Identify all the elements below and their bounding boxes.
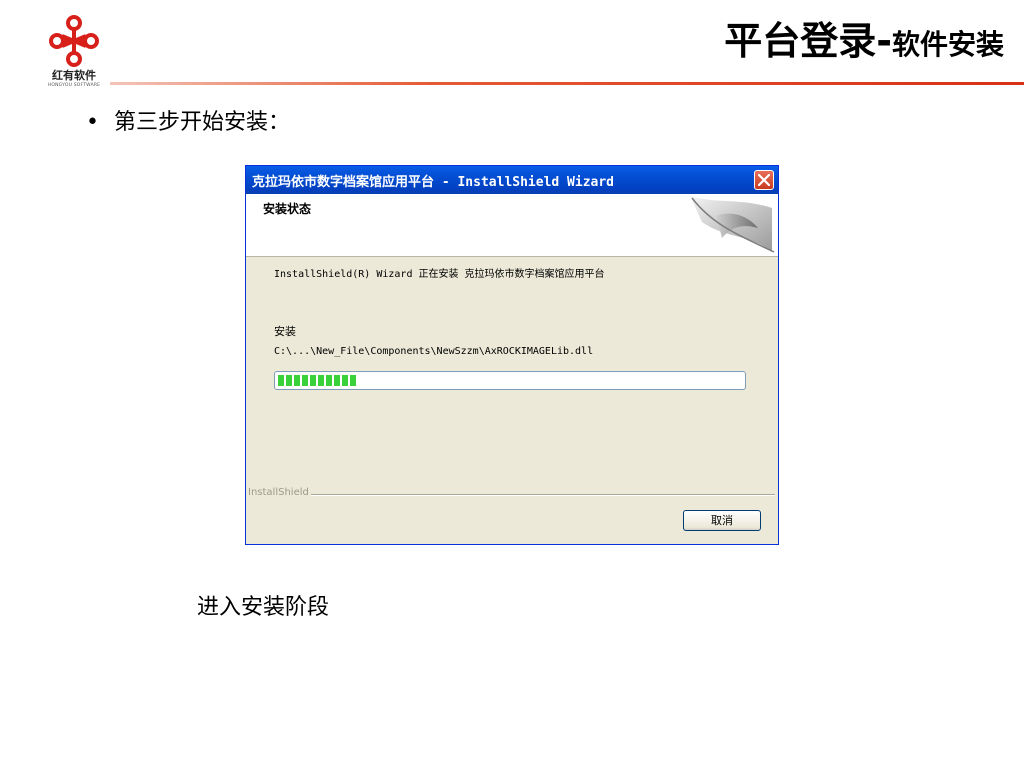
company-logo: 红有软件 HONGYOU SOFTWARE (44, 14, 104, 94)
installshield-dialog: 克拉玛依市数字档案馆应用平台 - InstallShield Wizard 安装… (245, 165, 779, 545)
slide-title: 平台登录-软件安装 (724, 10, 1004, 65)
dialog-header-title: 安装状态 (263, 202, 312, 216)
bullet-dot-icon: • (86, 110, 99, 135)
slide-title-sub: 软件安装 (891, 28, 1004, 61)
slide-caption: 进入安装阶段 (197, 595, 330, 620)
install-action-label: 安装 (274, 325, 296, 338)
logo-text-en: HONGYOU SOFTWARE (47, 83, 101, 88)
bullet-text: 第三步开始安装： (114, 110, 291, 135)
dialog-header-panel: 安装状态 (246, 194, 778, 257)
logo-knot-icon (49, 15, 99, 67)
logo-text-cn: 红有软件 (52, 69, 96, 82)
installer-graphic-icon (690, 196, 775, 253)
close-icon (758, 174, 770, 186)
close-button[interactable] (754, 170, 774, 190)
current-file-path: C:\...\New_File\Components\NewSzzm\AxROC… (274, 346, 594, 357)
footer-brand-label: InstallShield (248, 487, 309, 498)
header-divider (110, 82, 1024, 85)
install-progress-bar (274, 371, 746, 390)
install-status-line: InstallShield(R) Wizard 正在安装 克拉玛依市数字档案馆应… (274, 269, 605, 280)
slide-title-main: 平台登录- (724, 19, 892, 63)
dialog-titlebar[interactable]: 克拉玛依市数字档案馆应用平台 - InstallShield Wizard (246, 166, 778, 194)
progress-fill (278, 375, 357, 386)
cancel-button[interactable]: 取消 (683, 510, 761, 531)
bullet-point: • 第三步开始安装： (86, 104, 290, 136)
dialog-title: 克拉玛依市数字档案馆应用平台 - InstallShield Wizard (252, 175, 615, 190)
footer-divider (311, 494, 775, 496)
